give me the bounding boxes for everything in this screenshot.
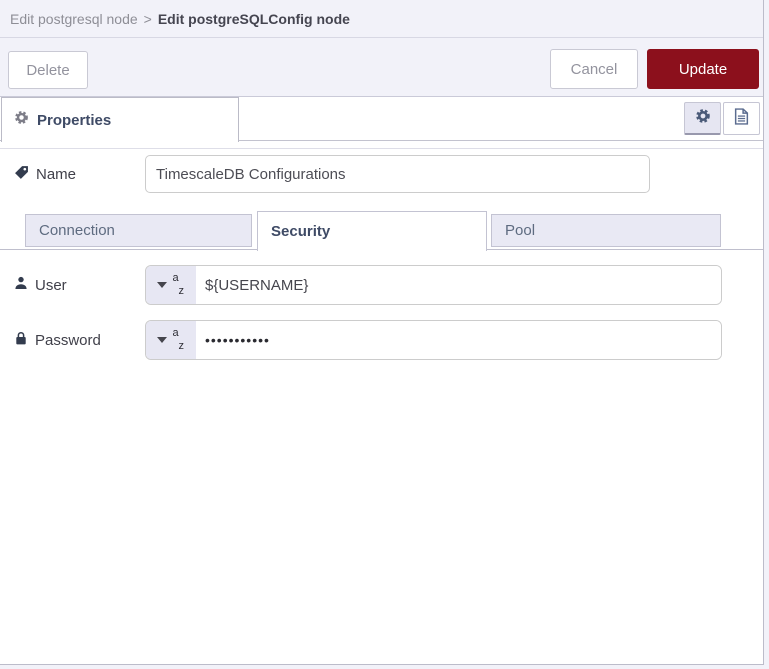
string-type-icon: a z	[172, 272, 185, 297]
tab-connection[interactable]: Connection	[25, 214, 252, 247]
password-label: Password	[14, 320, 101, 360]
delete-button[interactable]: Delete	[8, 51, 88, 89]
user-label-text: User	[35, 276, 67, 294]
user-label: User	[14, 265, 67, 305]
update-button[interactable]: Update	[647, 49, 759, 89]
breadcrumb-current: Edit postgreSQLConfig node	[157, 10, 350, 27]
user-typed-input: a z	[145, 265, 722, 305]
document-icon	[734, 107, 749, 130]
password-label-text: Password	[35, 331, 101, 349]
person-icon	[14, 276, 28, 294]
tab-connection-label: Connection	[39, 222, 115, 239]
name-input[interactable]	[145, 155, 650, 193]
breadcrumb: Edit postgresql node > Edit postgreSQLCo…	[0, 0, 763, 38]
user-row: User a z	[0, 265, 763, 305]
chevron-down-icon	[156, 282, 167, 288]
password-row: Password a z	[0, 320, 763, 360]
cancel-button[interactable]: Cancel	[550, 49, 638, 89]
gear-icon	[695, 108, 711, 129]
tab-pool[interactable]: Pool	[491, 214, 721, 247]
node-description-button[interactable]	[723, 102, 760, 135]
password-typed-input: a z	[145, 320, 722, 360]
edit-node-tray: Edit postgresql node > Edit postgreSQLCo…	[0, 0, 764, 665]
tag-icon	[14, 165, 29, 184]
user-type-select-button[interactable]: a z	[146, 266, 196, 304]
breadcrumb-separator: >	[143, 10, 152, 27]
properties-tab-bar: Properties	[0, 97, 763, 142]
password-type-select-button[interactable]: a z	[146, 321, 196, 359]
user-input[interactable]	[196, 266, 721, 304]
name-label: Name	[14, 155, 76, 193]
tab-security-label: Security	[271, 223, 331, 240]
node-settings-button[interactable]	[684, 102, 721, 135]
chevron-down-icon	[156, 337, 167, 343]
tab-security[interactable]: Security	[257, 211, 487, 251]
name-row: Name	[0, 155, 763, 193]
breadcrumb-parent-link[interactable]: Edit postgresql node	[10, 11, 138, 27]
action-bar: Delete Cancel Update	[0, 38, 763, 97]
tab-properties[interactable]: Properties	[1, 97, 239, 142]
string-type-icon: a z	[172, 327, 185, 352]
password-input[interactable]	[196, 321, 721, 359]
tab-properties-label: Properties	[37, 111, 112, 129]
config-tabs: Connection Security Pool	[0, 211, 763, 251]
name-label-text: Name	[36, 165, 77, 183]
lock-icon	[14, 331, 28, 349]
gear-icon	[14, 110, 29, 130]
tab-pool-label: Pool	[505, 222, 536, 239]
divider	[0, 148, 763, 149]
